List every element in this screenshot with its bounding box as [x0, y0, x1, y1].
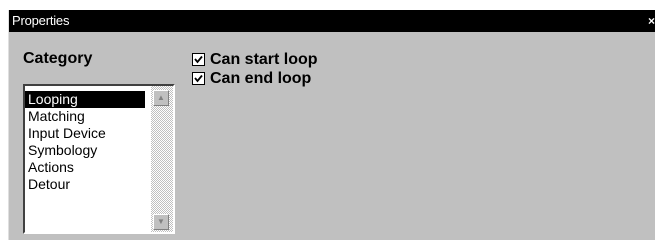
- loop-options: Can start loop Can end loop: [192, 50, 318, 88]
- list-item-looping[interactable]: Looping: [25, 91, 145, 108]
- can-end-loop-label: Can end loop: [210, 69, 312, 87]
- checkmark-icon: [194, 55, 203, 64]
- list-item-matching[interactable]: Matching: [25, 108, 145, 125]
- close-icon[interactable]: ×: [648, 14, 655, 28]
- title-bar[interactable]: Properties ×: [9, 10, 655, 32]
- list-item-input-device[interactable]: Input Device: [25, 125, 145, 142]
- can-end-loop-checkbox[interactable]: [192, 72, 205, 85]
- list-item-detour[interactable]: Detour: [25, 176, 145, 193]
- scroll-down-arrow-icon[interactable]: ▼: [153, 214, 169, 230]
- properties-window: Properties × Category Looping Matching I…: [8, 10, 655, 240]
- checkmark-icon: [194, 74, 203, 83]
- option-can-end-loop[interactable]: Can end loop: [192, 69, 318, 88]
- window-title: Properties: [12, 13, 70, 28]
- option-can-start-loop[interactable]: Can start loop: [192, 50, 318, 69]
- category-listbox[interactable]: Looping Matching Input Device Symbology …: [23, 84, 175, 234]
- can-start-loop-checkbox[interactable]: [192, 53, 205, 66]
- list-item-symbology[interactable]: Symbology: [25, 142, 145, 159]
- list-item-actions[interactable]: Actions: [25, 159, 145, 176]
- can-start-loop-label: Can start loop: [210, 50, 318, 68]
- listbox-scrollbar[interactable]: ▲ ▼: [151, 86, 173, 232]
- scroll-up-arrow-icon[interactable]: ▲: [153, 90, 169, 106]
- category-label: Category: [23, 50, 93, 67]
